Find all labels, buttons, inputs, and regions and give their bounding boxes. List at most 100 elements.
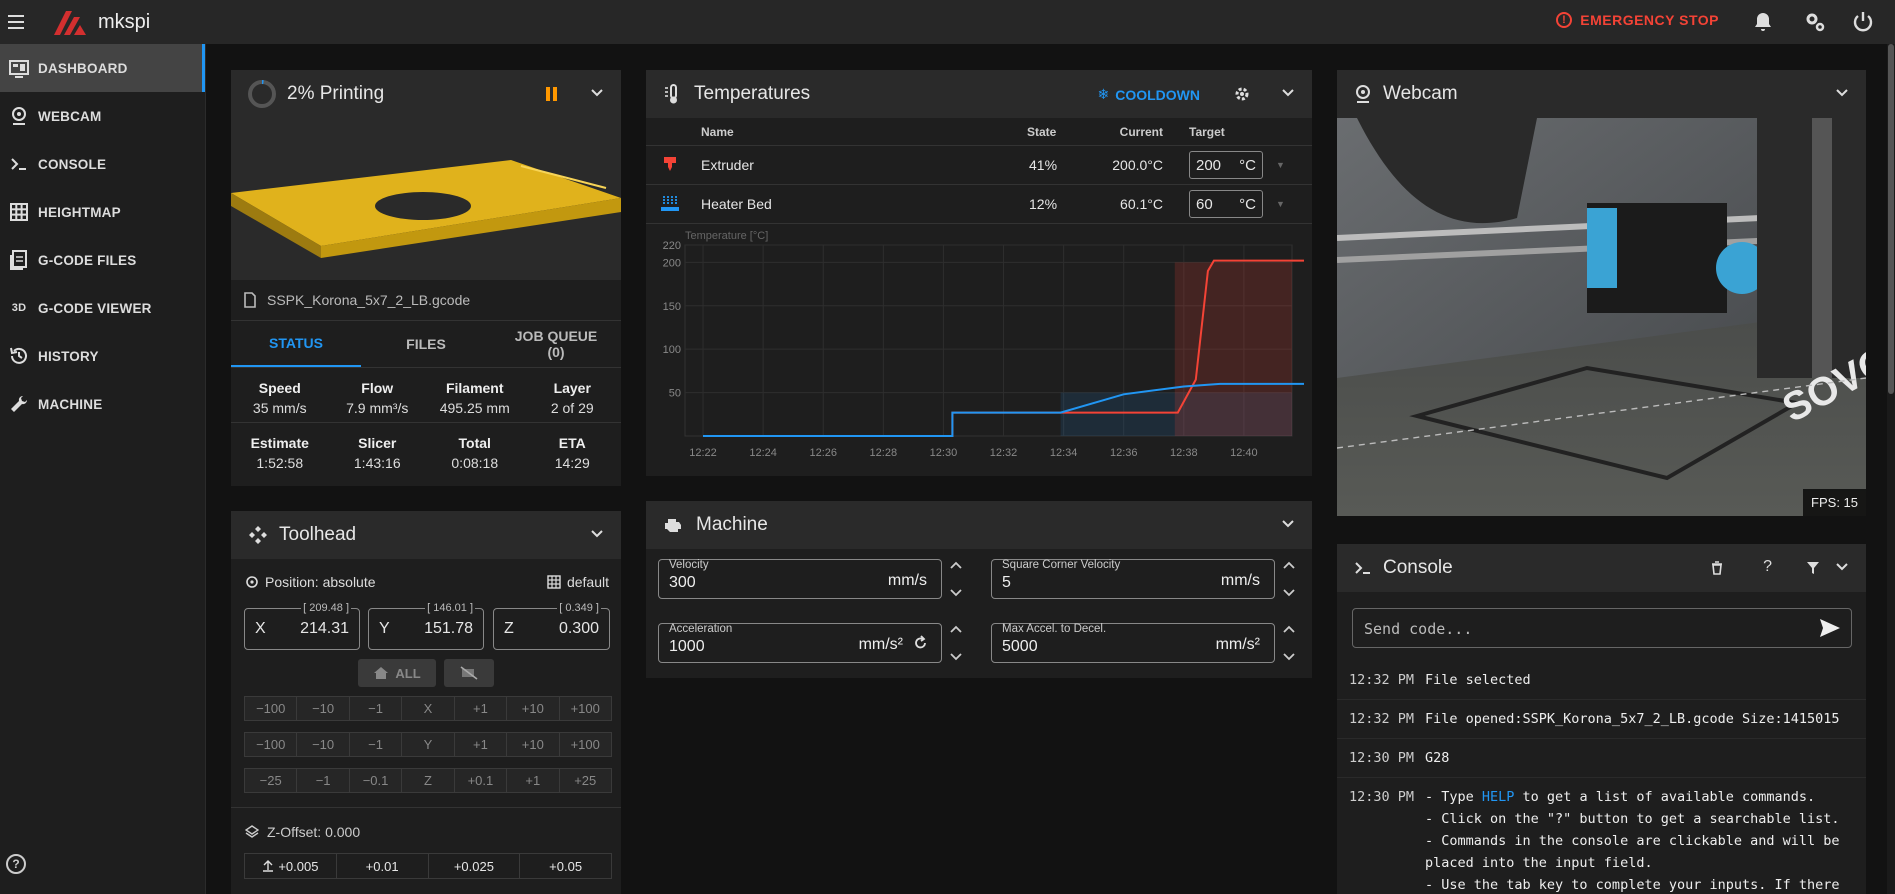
home-y-button[interactable]: Y <box>402 733 455 756</box>
tab-job-queue[interactable]: JOB QUEUE (0) <box>491 321 621 367</box>
jog-z-button[interactable]: +1 <box>507 769 560 792</box>
page-scrollbar[interactable] <box>1887 44 1895 894</box>
position-mode[interactable]: Position: absolute <box>245 574 376 590</box>
webcam-stream[interactable]: SOVO <box>1337 118 1866 516</box>
chevron-down-icon[interactable] <box>1834 558 1850 574</box>
zoffset-button[interactable]: +0.01 <box>337 854 429 878</box>
webcam-header: Webcam <box>1337 70 1866 118</box>
jog-z-button[interactable]: +0.1 <box>454 769 508 792</box>
help-icon[interactable]: ? <box>6 854 26 874</box>
square-corner-velocity-field[interactable]: Square Corner Velocity 5 mm/s <box>991 559 1275 599</box>
preset-dropdown-icon[interactable]: ▼ <box>1276 160 1285 170</box>
zoffset-button[interactable]: +0.05 <box>520 854 611 878</box>
jog-z-button[interactable]: +25 <box>559 769 611 792</box>
decrement-icon[interactable] <box>1282 651 1296 663</box>
sidebar-item-dashboard[interactable]: DASHBOARD <box>0 44 205 92</box>
increment-icon[interactable] <box>949 559 963 571</box>
x-position-field[interactable]: [ 209.48 ] X 214.31 <box>244 602 360 650</box>
filter-icon[interactable] <box>1806 561 1820 575</box>
max-accel-to-decel-field[interactable]: Max Accel. to Decel. 5000 mm/s² <box>991 623 1275 663</box>
grid-mode[interactable]: default <box>547 574 609 590</box>
jog-x-button[interactable]: −1 <box>349 697 403 720</box>
stat-value: 1:52:58 <box>256 455 304 471</box>
tab-files[interactable]: FILES <box>361 321 491 367</box>
progress-ring-icon <box>248 80 276 108</box>
jog-y-button[interactable]: +100 <box>559 733 611 756</box>
jog-x-button[interactable]: −10 <box>297 697 350 720</box>
bed-target-input[interactable]: 60 °C <box>1189 190 1263 218</box>
chevron-down-icon[interactable] <box>1834 84 1850 100</box>
chevron-down-icon[interactable] <box>589 84 605 100</box>
reset-icon[interactable] <box>913 635 929 651</box>
jog-z-button[interactable]: −1 <box>297 769 350 792</box>
jog-y-button[interactable]: −100 <box>245 733 298 756</box>
decrement-icon[interactable] <box>949 651 963 663</box>
scrollbar-thumb[interactable] <box>1888 44 1894 394</box>
jog-y-button[interactable]: +10 <box>507 733 560 756</box>
motors-off-button[interactable] <box>444 659 494 687</box>
cooldown-button[interactable]: ❄ COOLDOWN <box>1098 86 1201 103</box>
sidebar-item-label: WEBCAM <box>38 108 102 124</box>
send-icon[interactable] <box>1819 618 1841 638</box>
layers-icon <box>245 825 259 838</box>
jog-y-button[interactable]: −10 <box>297 733 350 756</box>
acceleration-field[interactable]: Acceleration 1000 mm/s² <box>658 623 942 663</box>
temperatures-title: Temperatures <box>694 83 811 104</box>
tab-status[interactable]: STATUS <box>231 321 361 367</box>
pause-button[interactable] <box>546 87 557 101</box>
console-entry[interactable]: 12:30 PM G28 <box>1337 739 1866 778</box>
gear-icon[interactable] <box>1234 86 1250 102</box>
emergency-stop-button[interactable]: ! EMERGENCY STOP <box>1556 12 1719 28</box>
home-z-button[interactable]: Z <box>402 769 455 792</box>
stat-label: Slicer <box>358 435 397 451</box>
zoffset-button[interactable]: +0.025 <box>429 854 521 878</box>
chart-ylabel: Temperature [°C] <box>685 230 768 242</box>
field-label: Max Accel. to Decel. <box>1002 623 1107 635</box>
console-icon <box>1355 562 1370 574</box>
sidebar-item-label: MACHINE <box>38 396 103 412</box>
sidebar-item-machine[interactable]: MACHINE <box>0 380 205 428</box>
home-all-button[interactable]: ALL <box>358 659 436 687</box>
settings-icon[interactable] <box>1803 10 1827 34</box>
jog-x-button[interactable]: −100 <box>245 697 298 720</box>
jog-x-button[interactable]: +100 <box>559 697 611 720</box>
jog-z-button[interactable]: −0.1 <box>349 769 403 792</box>
chevron-down-icon[interactable] <box>1280 515 1296 531</box>
jog-z-button[interactable]: −25 <box>245 769 298 792</box>
toolhead-header: Toolhead <box>231 511 621 559</box>
sidebar-item-history[interactable]: HISTORY <box>0 332 205 380</box>
jog-x-button[interactable]: +10 <box>507 697 560 720</box>
chevron-down-icon[interactable] <box>1280 84 1296 100</box>
sidebar-item-heightmap[interactable]: HEIGHTMAP <box>0 188 205 236</box>
sidebar-item-gcode-files[interactable]: G-CODE FILES <box>0 236 205 284</box>
position-label: Position: absolute <box>265 574 376 590</box>
menu-icon[interactable] <box>8 15 24 29</box>
sidebar: DASHBOARD WEBCAM CONSOLE HEIGHTMAP G-COD… <box>0 44 206 894</box>
sidebar-item-gcode-viewer[interactable]: 3D G-CODE VIEWER <box>0 284 205 332</box>
preset-dropdown-icon[interactable]: ▼ <box>1276 199 1285 209</box>
extruder-target-input[interactable]: 200 °C <box>1189 151 1263 179</box>
power-icon[interactable] <box>1851 10 1875 34</box>
chevron-down-icon[interactable] <box>589 525 605 541</box>
help-icon[interactable]: ? <box>1763 558 1772 576</box>
home-x-button[interactable]: X <box>402 697 455 720</box>
y-position-field[interactable]: [ 146.01 ] Y 151.78 <box>368 602 484 650</box>
jog-x-button[interactable]: +1 <box>454 697 508 720</box>
sidebar-item-console[interactable]: CONSOLE <box>0 140 205 188</box>
velocity-field[interactable]: Velocity 300 mm/s <box>658 559 942 599</box>
jog-y-button[interactable]: −1 <box>349 733 403 756</box>
z-position-field[interactable]: [ 0.349 ] Z 0.300 <box>493 602 610 650</box>
zoffset-button[interactable]: +0.005 <box>245 854 337 878</box>
decrement-icon[interactable] <box>1282 587 1296 599</box>
increment-icon[interactable] <box>949 623 963 635</box>
decrement-icon[interactable] <box>949 587 963 599</box>
console-command[interactable]: G28 <box>1425 747 1449 769</box>
increment-icon[interactable] <box>1282 623 1296 635</box>
increment-icon[interactable] <box>1282 559 1296 571</box>
help-command-link[interactable]: HELP <box>1482 789 1515 805</box>
trash-icon[interactable] <box>1710 561 1724 575</box>
bell-icon[interactable] <box>1751 10 1775 34</box>
sidebar-item-webcam[interactable]: WEBCAM <box>0 92 205 140</box>
jog-y-button[interactable]: +1 <box>454 733 508 756</box>
console-input[interactable]: Send code... <box>1352 608 1852 648</box>
